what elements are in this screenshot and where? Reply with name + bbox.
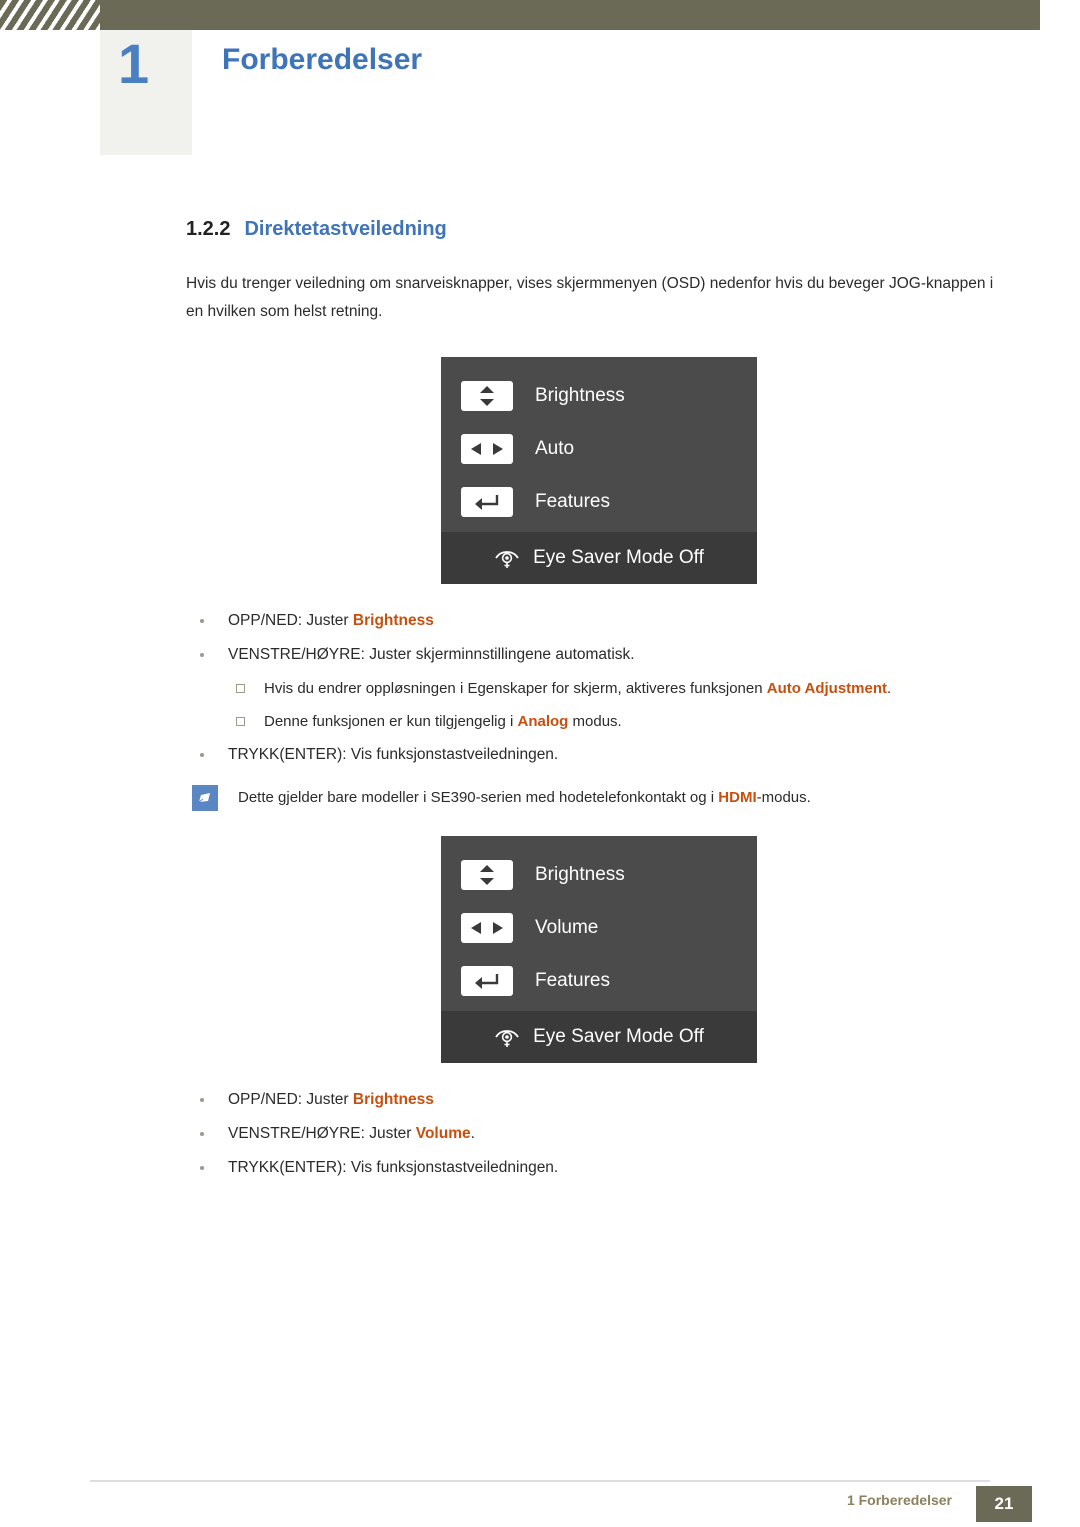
eye-saver-icon xyxy=(494,1026,520,1048)
up-down-arrow-icon xyxy=(461,859,513,890)
osd-row: Volume xyxy=(441,901,757,954)
footer-page-number: 21 xyxy=(976,1486,1032,1522)
osd-panel-1-footer: Eye Saver Mode Off xyxy=(441,532,757,584)
section-title: Direktetastveiledning xyxy=(244,218,447,240)
osd-row-label: Brightness xyxy=(535,863,625,885)
intro-paragraph: Hvis du trenger veiledning om snarveiskn… xyxy=(186,275,994,320)
bullet-text-post: . xyxy=(470,1125,475,1142)
footer-chapter-label: 1 Forberedelser xyxy=(846,1492,952,1508)
bullet-highlight: Brightness xyxy=(352,1091,434,1108)
bullet-item: TRYKK(ENTER): Vis funksjonstastveilednin… xyxy=(186,1151,1016,1185)
osd-row: Features xyxy=(441,475,757,528)
bullet-text: OPP/NED: Juster xyxy=(228,1091,353,1108)
sub-bullet-text: Hvis du endrer oppløsningen i Egenskaper… xyxy=(264,680,767,697)
sub-bullet-text-post: . xyxy=(887,680,892,697)
osd-panel-2-footer: Eye Saver Mode Off xyxy=(441,1011,757,1063)
bullet-highlight: Brightness xyxy=(352,612,434,629)
enter-arrow-icon xyxy=(461,486,513,517)
note-text: Dette gjelder bare modeller i SE390-seri… xyxy=(238,785,811,811)
bullet-item: OPP/NED: Juster Brightness xyxy=(186,1083,1016,1117)
note-text-post: -modus. xyxy=(756,789,811,806)
page-content: 1.2.2 Direktetastveiledning Hvis du treng… xyxy=(0,0,1080,1527)
bullet-item: TRYKK(ENTER): Vis funksjonstastveilednin… xyxy=(186,738,1016,772)
bullet-highlight: Volume xyxy=(415,1125,471,1142)
sub-bullet-highlight: Analog xyxy=(517,713,569,730)
osd-panel-1: Brightness Auto Features Eye Saver Mode … xyxy=(441,357,757,584)
sub-bullet-item: Hvis du endrer oppløsningen i Egenskaper… xyxy=(186,672,1016,705)
osd-footer-label: Eye Saver Mode Off xyxy=(533,1026,704,1047)
bullet-item: VENSTRE/HØYRE: Juster skjerminnstillinge… xyxy=(186,638,1016,672)
osd-panel-2: Brightness Volume Features Eye Saver Mod… xyxy=(441,836,757,1063)
footer-divider xyxy=(90,1480,990,1482)
sub-bullet-text: Denne funksjonen er kun tilgjengelig i xyxy=(264,713,518,730)
note-highlight: HDMI xyxy=(718,789,757,806)
left-right-arrow-icon xyxy=(461,433,513,464)
osd-row-label: Auto xyxy=(535,437,575,459)
bullet-list-1: OPP/NED: Juster Brightness VENSTRE/HØYRE… xyxy=(186,604,1016,772)
osd-row-label: Brightness xyxy=(535,384,625,406)
bullet-text: VENSTRE/HØYRE: Juster xyxy=(228,1125,416,1142)
osd-row: Brightness xyxy=(441,369,757,422)
osd-panel-2-rows: Brightness Volume Features xyxy=(441,836,757,1011)
note-icon xyxy=(192,785,218,811)
osd-row-label: Features xyxy=(535,969,610,991)
eye-saver-icon xyxy=(494,547,520,569)
osd-row: Features xyxy=(441,954,757,1007)
up-down-arrow-icon xyxy=(461,380,513,411)
left-right-arrow-icon xyxy=(461,912,513,943)
osd-row: Brightness xyxy=(441,848,757,901)
osd-row-label: Features xyxy=(535,490,610,512)
bullet-item: VENSTRE/HØYRE: Juster Volume. xyxy=(186,1117,1016,1151)
osd-panel-1-rows: Brightness Auto Features xyxy=(441,357,757,532)
section-heading: 1.2.2 Direktetastveiledning xyxy=(186,218,447,241)
osd-row-label: Volume xyxy=(535,916,599,938)
bullet-text: OPP/NED: Juster xyxy=(228,612,353,629)
note-text-pre: Dette gjelder bare modeller i SE390-seri… xyxy=(238,789,719,806)
note-box: Dette gjelder bare modeller i SE390-seri… xyxy=(186,779,1016,819)
osd-footer-label: Eye Saver Mode Off xyxy=(533,547,704,568)
sub-bullet-highlight: Auto Adjustment xyxy=(766,680,888,697)
section-number: 1.2.2 xyxy=(186,218,231,240)
sub-bullet-text-post: modus. xyxy=(568,713,622,730)
enter-arrow-icon xyxy=(461,965,513,996)
osd-row: Auto xyxy=(441,422,757,475)
bullet-item: OPP/NED: Juster Brightness xyxy=(186,604,1016,638)
bullet-list-2: OPP/NED: Juster Brightness VENSTRE/HØYRE… xyxy=(186,1083,1016,1185)
sub-bullet-item: Denne funksjonen er kun tilgjengelig i A… xyxy=(186,705,1016,738)
